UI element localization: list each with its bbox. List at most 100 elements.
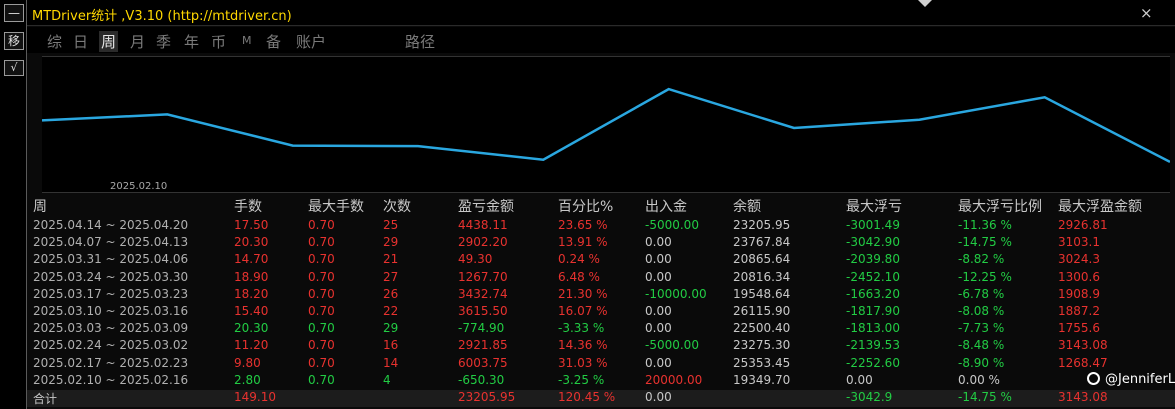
tab-week[interactable]: 周 bbox=[99, 31, 119, 52]
watermark: @JenniferL bbox=[1087, 372, 1175, 387]
col-inout-cell: 0.00 bbox=[645, 269, 672, 284]
col-lots-header[interactable]: 手数 bbox=[234, 196, 262, 216]
table-row[interactable]: 2025.03.10 ~ 2025.03.16 15.40 0.70 22 3615.5… bbox=[27, 304, 1175, 321]
col-max-fp-cell: 3024.3 bbox=[1058, 252, 1100, 267]
col-week-header[interactable]: 周 bbox=[33, 196, 47, 216]
col-balance-cell: 19548.64 bbox=[733, 286, 791, 301]
col-count-cell: 4 bbox=[383, 372, 391, 387]
minimize-button[interactable]: — bbox=[4, 4, 24, 22]
col-pnl-cell: -774.90 bbox=[458, 321, 505, 336]
col-lots-cell: 14.70 bbox=[234, 252, 269, 267]
col-week-cell: 2025.03.10 ~ 2025.03.16 bbox=[33, 304, 189, 318]
table-row[interactable]: 2025.03.24 ~ 2025.03.30 18.90 0.70 27 1267.7… bbox=[27, 270, 1175, 287]
tab-overview[interactable]: 综 bbox=[47, 31, 62, 52]
col-pct-cell: 31.03 % bbox=[558, 355, 608, 370]
col-inout-header[interactable]: 出入金 bbox=[645, 196, 687, 216]
col-inout-cell: 0.00 bbox=[645, 252, 672, 267]
col-max-dd-pct-cell: -8.08 % bbox=[958, 304, 1005, 318]
tab-day[interactable]: 日 bbox=[73, 31, 88, 52]
tab-bar: 综 日 周 月 季 年 币 M 备 账户 路径 bbox=[27, 27, 1175, 53]
dropdown-triangle-icon[interactable] bbox=[918, 0, 932, 7]
col-max-lots-cell: 0.70 bbox=[308, 372, 335, 387]
tab-currency[interactable]: 币 bbox=[211, 31, 226, 52]
col-max-dd-cell: -2452.10 bbox=[846, 269, 900, 284]
table-row[interactable]: 2025.02.10 ~ 2025.02.16 2.80 0.70 4 -650.30 -… bbox=[27, 373, 1175, 390]
col-pnl-cell: 3615.50 bbox=[458, 304, 508, 318]
col-pct-cell: 6.48 % bbox=[558, 269, 600, 284]
col-week-cell: 2025.02.17 ~ 2025.02.23 bbox=[33, 355, 189, 370]
col-max-fp-cell: 2926.81 bbox=[1058, 218, 1108, 232]
col-max-lots-cell: 0.70 bbox=[308, 286, 335, 301]
tab-notes[interactable]: 备 bbox=[266, 31, 281, 52]
col-pnl-header[interactable]: 盈亏金额 bbox=[458, 196, 514, 216]
col-max-dd-cell: -3042.90 bbox=[846, 235, 900, 250]
col-max-dd-pct-cell: -7.73 % bbox=[958, 321, 1005, 336]
col-pct-header[interactable]: 百分比% bbox=[558, 196, 613, 216]
col-week-cell: 2025.03.31 ~ 2025.04.06 bbox=[33, 252, 189, 267]
col-max-dd-pct-cell: -14.75 % bbox=[958, 235, 1012, 250]
tab-year[interactable]: 年 bbox=[184, 31, 199, 52]
balance-chart: 2025.02.10 bbox=[42, 56, 1170, 193]
tab-m[interactable]: M bbox=[242, 34, 252, 47]
col-max-dd-pct-cell: -12.25 % bbox=[958, 269, 1012, 284]
close-icon[interactable]: × bbox=[1140, 4, 1153, 22]
table-row[interactable]: 2025.03.17 ~ 2025.03.23 18.20 0.70 26 3432.7… bbox=[27, 287, 1175, 304]
move-button[interactable]: 移 bbox=[4, 32, 24, 50]
col-max-dd-pct-header[interactable]: 最大浮亏比例 bbox=[958, 196, 1042, 216]
balance-series-line bbox=[42, 87, 1170, 164]
col-count-cell: 21 bbox=[383, 252, 399, 267]
col-lots-cell: 18.90 bbox=[234, 269, 269, 284]
col-lots-cell: 9.80 bbox=[234, 355, 261, 370]
tab-quarter[interactable]: 季 bbox=[156, 31, 171, 52]
col-pct-cell: 13.91 % bbox=[558, 235, 608, 250]
col-balance-header[interactable]: 余额 bbox=[733, 196, 761, 216]
col-count-header[interactable]: 次数 bbox=[383, 196, 411, 216]
table-row[interactable]: 2025.04.14 ~ 2025.04.20 17.50 0.70 25 4438.1… bbox=[27, 218, 1175, 235]
table-row[interactable]: 2025.03.31 ~ 2025.04.06 14.70 0.70 21 49.30 0… bbox=[27, 252, 1175, 269]
col-week-cell: 2025.02.10 ~ 2025.02.16 bbox=[33, 372, 189, 387]
col-max-dd-cell: -3001.49 bbox=[846, 218, 900, 232]
total-max-dd-pct-cell: -14.75 % bbox=[958, 390, 1012, 404]
balance-chart-svg: 2025.02.10 bbox=[42, 87, 1170, 192]
total-pnl-cell: 23205.95 bbox=[458, 390, 516, 404]
tab-month[interactable]: 月 bbox=[130, 31, 145, 52]
col-max-dd-pct-cell: -8.90 % bbox=[958, 355, 1005, 370]
tab-account[interactable]: 账户 bbox=[296, 31, 326, 52]
col-max-dd-pct-cell: -11.36 % bbox=[958, 218, 1012, 232]
table-total-row: 合计 149.10 23205.95 120.45 % 0.00 -3042.9 -14.7… bbox=[27, 390, 1175, 407]
col-week-cell: 2025.03.17 ~ 2025.03.23 bbox=[33, 286, 189, 301]
col-pct-cell: 21.30 % bbox=[558, 286, 608, 301]
col-pct-cell: -3.25 % bbox=[558, 372, 605, 387]
total-label-cell: 合计 bbox=[33, 392, 58, 406]
col-max-dd-header[interactable]: 最大浮亏 bbox=[846, 196, 902, 216]
col-inout-cell: 0.00 bbox=[645, 235, 672, 250]
col-lots-cell: 2.80 bbox=[234, 372, 261, 387]
col-max-dd-cell: -1817.90 bbox=[846, 304, 900, 318]
col-pct-cell: 14.36 % bbox=[558, 338, 608, 353]
col-pnl-cell: 49.30 bbox=[458, 252, 493, 267]
watermark-text: @JenniferL bbox=[1105, 372, 1175, 387]
left-toolbar: — 移 √ bbox=[0, 0, 27, 409]
col-inout-cell: -5000.00 bbox=[645, 338, 699, 353]
col-max-lots-cell: 0.70 bbox=[308, 355, 335, 370]
table-row[interactable]: 2025.04.07 ~ 2025.04.13 20.30 0.70 29 2902.2… bbox=[27, 235, 1175, 252]
tab-path[interactable]: 路径 bbox=[405, 31, 435, 52]
col-pnl-cell: 6003.75 bbox=[458, 355, 508, 370]
col-max-dd-pct-cell: -8.48 % bbox=[958, 338, 1005, 353]
col-max-dd-cell: -1663.20 bbox=[846, 286, 900, 301]
col-max-dd-pct-cell: -8.82 % bbox=[958, 252, 1005, 267]
col-max-lots-header[interactable]: 最大手数 bbox=[308, 196, 364, 216]
col-max-lots-cell: 0.70 bbox=[308, 338, 335, 353]
x-tick-label: 2025.02.10 bbox=[110, 181, 167, 192]
col-balance-cell: 20816.34 bbox=[733, 269, 791, 284]
table-row[interactable]: 2025.02.24 ~ 2025.03.02 11.20 0.70 16 2921.8… bbox=[27, 338, 1175, 355]
col-pnl-cell: 2902.20 bbox=[458, 235, 508, 250]
col-lots-cell: 11.20 bbox=[234, 338, 269, 353]
check-button[interactable]: √ bbox=[4, 60, 24, 76]
col-max-fp-cell: 3143.08 bbox=[1058, 338, 1108, 353]
col-lots-cell: 18.20 bbox=[234, 286, 269, 301]
col-count-cell: 26 bbox=[383, 286, 399, 301]
table-row[interactable]: 2025.03.03 ~ 2025.03.09 20.30 0.70 29 -774.9… bbox=[27, 321, 1175, 338]
table-row[interactable]: 2025.02.17 ~ 2025.02.23 9.80 0.70 14 6003.75… bbox=[27, 356, 1175, 373]
col-max-fp-header[interactable]: 最大浮盈金额 bbox=[1058, 196, 1142, 216]
